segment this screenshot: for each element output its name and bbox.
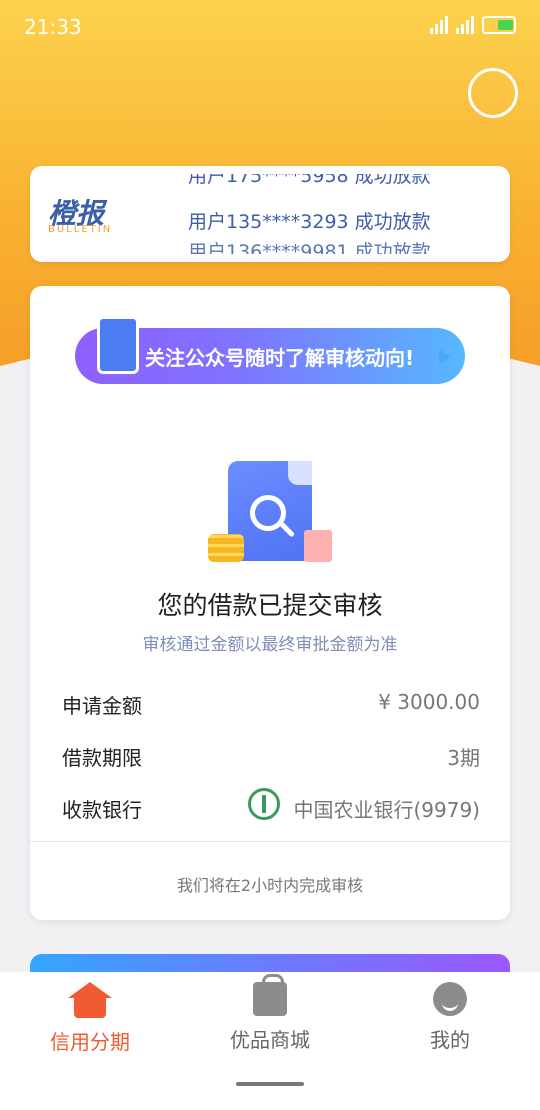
status-bar: 21:33 [0,0,540,56]
detail-row-term: 借款期限 3期 [62,742,480,774]
tab-label: 信用分期 [50,1030,130,1054]
ticker-item: 用户136****9981 成功放款 [188,241,431,254]
battery-icon [482,16,516,34]
status-icons [430,16,516,34]
document-fold [288,461,312,485]
home-icon [68,982,112,1018]
tab-label: 优品商城 [230,1028,310,1052]
tab-label: 我的 [430,1028,470,1052]
detail-value: ¥ 3000.00 [378,690,480,714]
banner-text: 关注公众号随时了解审核动向! [145,346,415,370]
home-indicator[interactable] [236,1082,304,1086]
loan-status-card: 关注公众号随时了解审核动向! 您的借款已提交审核 审核通过金额以最终审批金额为准… [30,286,510,920]
phone-chat-icon [97,316,139,374]
bulletin-ticker: 用户175****5958 成功放款 用户135****3293 成功放款 用户… [188,174,488,254]
ticker-item: 用户135****3293 成功放款 [188,211,431,233]
signal-icon [430,16,448,34]
detail-value: 中国农业银行(9979) [293,798,480,822]
ticker-item: 用户175****5958 成功放款 [188,174,431,187]
shopping-bag-icon [253,974,287,1016]
detail-value: 3期 [447,746,480,770]
magnifier-handle [278,521,296,538]
bottom-tab-bar: 信用分期 优品商城 我的 [0,972,540,1110]
status-time: 21:33 [24,15,82,39]
divider [30,841,510,842]
review-time-notice: 我们将在2小时内完成审核 [176,876,364,895]
review-status-title: 您的借款已提交审核 [157,591,383,620]
follow-official-account-banner[interactable]: 关注公众号随时了解审核动向! [75,316,465,384]
coins-icon [208,534,244,562]
detail-label: 借款期限 [62,746,142,770]
detail-label: 申请金额 [62,694,142,718]
play-arrow-icon [439,349,451,365]
bank-logo-icon [248,788,280,820]
signal-icon [456,16,474,34]
detail-row-bank: 收款银行 中国农业银行(9979) [62,788,480,826]
detail-label: 收款银行 [62,798,142,822]
brand-logo-icon[interactable] [468,68,518,118]
tab-credit-installment[interactable]: 信用分期 [0,982,180,1055]
bulletin-card: 橙报 BULLETIN 用户175****5958 成功放款 用户135****… [30,166,510,262]
note-icon [304,530,332,562]
profile-icon [433,982,467,1016]
detail-row-amount: 申请金额 ¥ 3000.00 [62,690,480,722]
tab-mall[interactable]: 优品商城 [180,974,360,1053]
bulletin-subtitle: BULLETIN [48,224,113,235]
tab-mine[interactable]: 我的 [360,982,540,1053]
review-status-subtitle: 审核通过金额以最终审批金额为准 [142,635,398,655]
